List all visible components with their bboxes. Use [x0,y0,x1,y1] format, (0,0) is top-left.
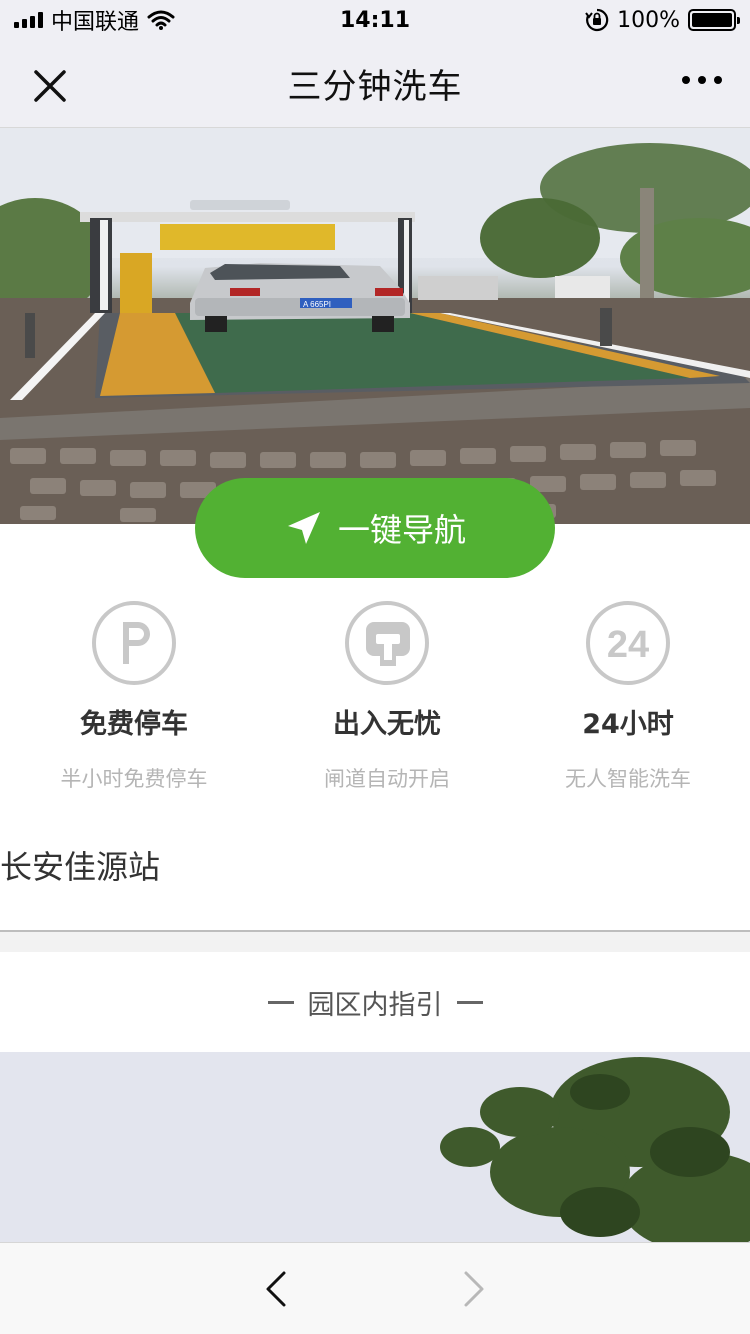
license-plate: A 665PI [303,300,331,309]
battery-icon [688,9,740,31]
page-title: 三分钟洗车 [287,67,463,107]
guide-heading: 园区内指引 [0,952,750,1052]
guide-heading-text: 园区内指引 [307,989,443,1021]
feature-easy-access: 出入无忧 闸道自动开启 [267,600,507,793]
features-row: 免费停车 半小时免费停车 出入无忧 闸道自动开启 24 24小时 无人智能洗车 [0,600,750,800]
feature-24-hours: 24 24小时 无人智能洗车 [508,600,748,793]
status-left: 中国联通 [14,4,175,36]
battery-percent: 100% [617,7,680,33]
feature-subtitle: 半小时免费停车 [60,767,208,791]
feature-title: 免费停车 [80,709,188,740]
close-icon[interactable] [30,66,70,106]
rotation-lock-icon [585,8,609,32]
heading-dash [456,1000,483,1004]
carrier-name: 中国联通 [51,10,140,35]
signal-icon [14,12,43,28]
status-bar: 中国联通 14:11 100% [0,0,750,40]
guide-photo [0,1052,750,1242]
station-name: 长安佳源站 [0,848,161,886]
gate-icon [345,601,429,685]
back-arrow-icon[interactable] [262,1269,292,1309]
heading-dash [267,1000,294,1004]
svg-text:24: 24 [607,624,649,666]
feature-title: 24小时 [582,709,674,740]
feature-title: 出入无忧 [333,709,441,740]
feature-free-parking: 免费停车 半小时免费停车 [14,600,254,793]
browser-bottom-bar [0,1242,750,1334]
more-options-icon[interactable] [682,76,722,84]
forward-arrow-icon[interactable] [458,1269,488,1309]
parking-icon [92,601,176,685]
feature-subtitle: 无人智能洗车 [565,767,691,791]
navigation-bar: 三分钟洗车 [0,40,750,128]
feature-subtitle: 闸道自动开启 [324,767,450,791]
wifi-icon [147,10,175,30]
section-divider [0,930,750,952]
navigate-button-label: 一键导航 [337,511,466,549]
24-hours-icon: 24 [586,601,670,685]
navigate-button[interactable]: 一键导航 [195,478,555,578]
status-right: 100% [585,7,740,33]
car-wash-photo: A 665PI [0,128,750,524]
navigation-arrow-icon [287,512,320,544]
